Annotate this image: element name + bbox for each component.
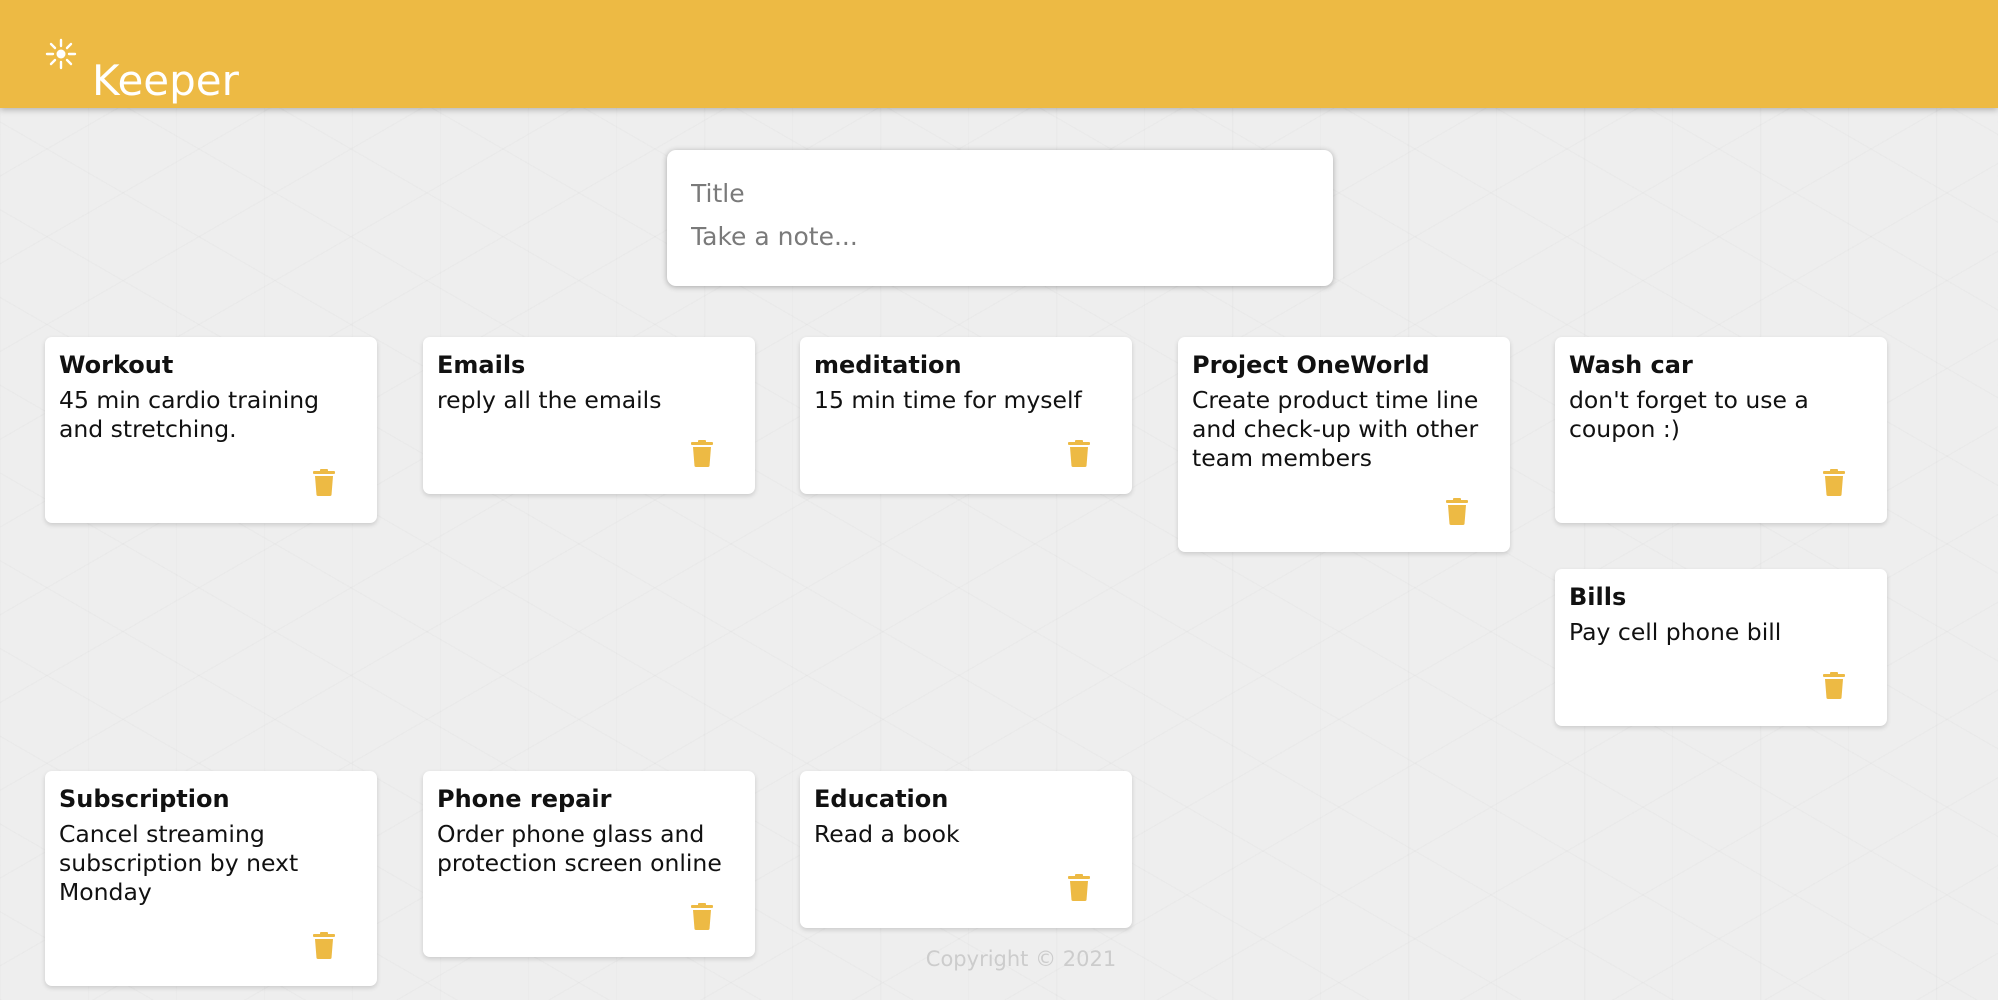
- note-card: Project OneWorld Create product time lin…: [1178, 337, 1510, 552]
- note-content: Cancel streaming subscription by next Mo…: [59, 820, 306, 906]
- note-title-input[interactable]: [691, 176, 1301, 210]
- note-card: Wash car don't forget to use a coupon :): [1555, 337, 1887, 523]
- note-content: don't forget to use a coupon :): [1569, 386, 1817, 443]
- note-card: Education Read a book: [800, 771, 1132, 928]
- sparkle-icon: [45, 38, 77, 70]
- trash-icon[interactable]: [1823, 672, 1845, 699]
- trash-icon[interactable]: [1446, 498, 1468, 525]
- note-title: Subscription: [59, 785, 230, 813]
- trash-icon[interactable]: [1823, 469, 1845, 496]
- note-title: Emails: [437, 351, 526, 379]
- note-title: Phone repair: [437, 785, 612, 813]
- note-title: meditation: [814, 351, 962, 379]
- note-content: reply all the emails: [437, 386, 662, 414]
- note-content: Pay cell phone bill: [1569, 618, 1782, 646]
- note-content: Order phone glass and protection screen …: [437, 820, 722, 877]
- note-title: Education: [814, 785, 949, 813]
- note-title: Wash car: [1569, 351, 1693, 379]
- note-content: Create product time line and check-up wi…: [1192, 386, 1486, 472]
- trash-icon[interactable]: [1068, 874, 1090, 901]
- app-title: Keeper: [92, 56, 239, 106]
- note-card: Bills Pay cell phone bill: [1555, 569, 1887, 726]
- note-card: meditation 15 min time for myself: [800, 337, 1132, 494]
- trash-icon[interactable]: [691, 440, 713, 467]
- note-card: Emails reply all the emails: [423, 337, 755, 494]
- note-card: Workout 45 min cardio training and stret…: [45, 337, 377, 523]
- trash-icon[interactable]: [1068, 440, 1090, 467]
- note-title: Bills: [1569, 583, 1627, 611]
- trash-icon[interactable]: [691, 903, 713, 930]
- note-title: Workout: [59, 351, 174, 379]
- note-card: Phone repair Order phone glass and prote…: [423, 771, 755, 957]
- note-content: 15 min time for myself: [814, 386, 1082, 414]
- note-content: Read a book: [814, 820, 960, 848]
- note-content-input[interactable]: [691, 220, 1301, 256]
- app-header: Keeper: [0, 0, 1998, 108]
- note-content: 45 min cardio training and stretching.: [59, 386, 327, 443]
- trash-icon[interactable]: [313, 469, 335, 496]
- note-title: Project OneWorld: [1192, 351, 1430, 379]
- footer: Copyright © 2021: [0, 947, 1998, 971]
- copyright-text: Copyright © 2021: [925, 947, 1117, 971]
- create-note-form: [667, 150, 1333, 286]
